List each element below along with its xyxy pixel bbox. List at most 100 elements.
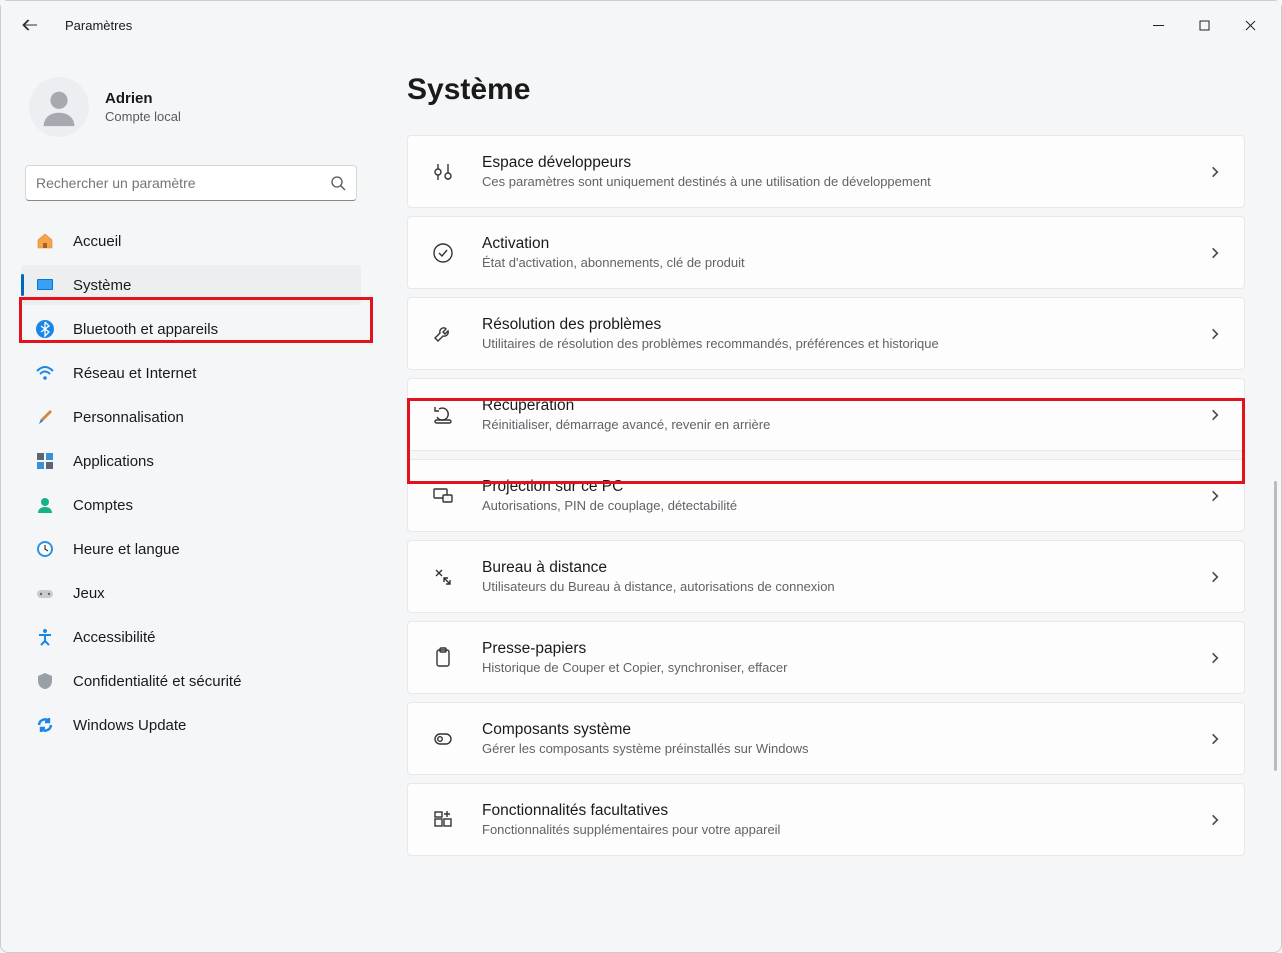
- account-icon: [35, 495, 55, 515]
- card-subtitle: Réinitialiser, démarrage avancé, revenir…: [482, 417, 1182, 432]
- nav-label: Applications: [73, 453, 154, 470]
- shield-icon: [35, 671, 55, 691]
- apps-icon: [35, 451, 55, 471]
- user-name: Adrien: [105, 90, 181, 107]
- search-icon: [330, 175, 346, 191]
- chevron-right-icon: [1208, 246, 1222, 260]
- search-input[interactable]: [36, 175, 330, 191]
- maximize-icon: [1199, 20, 1210, 31]
- close-button[interactable]: [1227, 9, 1273, 41]
- nav-item-heure[interactable]: Heure et langue: [21, 529, 361, 569]
- card-subtitle: Autorisations, PIN de couplage, détectab…: [482, 498, 1182, 513]
- wrench-icon: [430, 321, 456, 347]
- card-projection[interactable]: Projection sur ce PC Autorisations, PIN …: [407, 459, 1245, 532]
- chevron-right-icon: [1208, 813, 1222, 827]
- chevron-right-icon: [1208, 570, 1222, 584]
- maximize-button[interactable]: [1181, 9, 1227, 41]
- nav-label: Jeux: [73, 585, 105, 602]
- card-title: Résolution des problèmes: [482, 316, 1182, 334]
- developer-icon: [430, 159, 456, 185]
- nav-label: Système: [73, 277, 131, 294]
- chevron-right-icon: [1208, 165, 1222, 179]
- card-subtitle: Gérer les composants système préinstallé…: [482, 741, 1182, 756]
- nav-label: Accueil: [73, 233, 121, 250]
- scrollbar[interactable]: [1274, 481, 1277, 771]
- update-icon: [35, 715, 55, 735]
- page-title: Système: [407, 73, 1245, 107]
- card-title: Composants système: [482, 721, 1182, 739]
- card-bureau[interactable]: Bureau à distance Utilisateurs du Bureau…: [407, 540, 1245, 613]
- nav-label: Comptes: [73, 497, 133, 514]
- minimize-button[interactable]: [1135, 9, 1181, 41]
- close-icon: [1245, 20, 1256, 31]
- settings-card-list: Espace développeurs Ces paramètres sont …: [407, 135, 1245, 860]
- card-subtitle: État d'activation, abonnements, clé de p…: [482, 255, 1182, 270]
- chevron-right-icon: [1208, 651, 1222, 665]
- nav-item-applications[interactable]: Applications: [21, 441, 361, 481]
- card-title: Espace développeurs: [482, 154, 1182, 172]
- optional-features-icon: [430, 807, 456, 833]
- recovery-icon: [430, 402, 456, 428]
- home-icon: [35, 231, 55, 251]
- minimize-icon: [1153, 20, 1164, 31]
- window-controls: [1135, 9, 1273, 41]
- card-subtitle: Ces paramètres sont uniquement destinés …: [482, 174, 1182, 189]
- card-title: Récupération: [482, 397, 1182, 415]
- accessibility-icon: [35, 627, 55, 647]
- nav-label: Personnalisation: [73, 409, 184, 426]
- nav-label: Réseau et Internet: [73, 365, 196, 382]
- nav-label: Confidentialité et sécurité: [73, 673, 241, 690]
- system-icon: [35, 275, 55, 295]
- card-presse[interactable]: Presse-papiers Historique de Couper et C…: [407, 621, 1245, 694]
- nav-item-bluetooth[interactable]: Bluetooth et appareils: [21, 309, 361, 349]
- card-title: Projection sur ce PC: [482, 478, 1182, 496]
- chevron-right-icon: [1208, 327, 1222, 341]
- card-title: Presse-papiers: [482, 640, 1182, 658]
- nav-item-accueil[interactable]: Accueil: [21, 221, 361, 261]
- nav-item-update[interactable]: Windows Update: [21, 705, 361, 745]
- nav-list: Accueil Système Bluetooth et appareils R…: [21, 221, 361, 745]
- wifi-icon: [35, 363, 55, 383]
- chevron-right-icon: [1208, 732, 1222, 746]
- nav-item-comptes[interactable]: Comptes: [21, 485, 361, 525]
- card-title: Bureau à distance: [482, 559, 1182, 577]
- card-title: Fonctionnalités facultatives: [482, 802, 1182, 820]
- main-content: Système Espace développeurs Ces paramètr…: [371, 49, 1281, 952]
- card-recuperation[interactable]: Récupération Réinitialiser, démarrage av…: [407, 378, 1245, 451]
- card-resolution[interactable]: Résolution des problèmes Utilitaires de …: [407, 297, 1245, 370]
- chevron-right-icon: [1208, 408, 1222, 422]
- card-subtitle: Fonctionnalités supplémentaires pour vot…: [482, 822, 1182, 837]
- card-subtitle: Utilisateurs du Bureau à distance, autor…: [482, 579, 1182, 594]
- components-icon: [430, 726, 456, 752]
- nav-item-systeme[interactable]: Système: [21, 265, 361, 305]
- nav-item-accessibilite[interactable]: Accessibilité: [21, 617, 361, 657]
- card-developpeurs[interactable]: Espace développeurs Ces paramètres sont …: [407, 135, 1245, 208]
- nav-item-reseau[interactable]: Réseau et Internet: [21, 353, 361, 393]
- card-composants[interactable]: Composants système Gérer les composants …: [407, 702, 1245, 775]
- titlebar: Paramètres: [1, 1, 1281, 49]
- nav-label: Accessibilité: [73, 629, 156, 646]
- remote-desktop-icon: [430, 564, 456, 590]
- card-title: Activation: [482, 235, 1182, 253]
- back-button[interactable]: [9, 5, 49, 45]
- nav-label: Windows Update: [73, 717, 186, 734]
- card-subtitle: Utilitaires de résolution des problèmes …: [482, 336, 1182, 351]
- bluetooth-icon: [35, 319, 55, 339]
- projection-icon: [430, 483, 456, 509]
- clipboard-icon: [430, 645, 456, 671]
- card-activation[interactable]: Activation État d'activation, abonnement…: [407, 216, 1245, 289]
- clock-icon: [35, 539, 55, 559]
- brush-icon: [35, 407, 55, 427]
- chevron-right-icon: [1208, 489, 1222, 503]
- card-fonctionnalites[interactable]: Fonctionnalités facultatives Fonctionnal…: [407, 783, 1245, 856]
- search-box[interactable]: [25, 165, 357, 201]
- nav-item-confidentialite[interactable]: Confidentialité et sécurité: [21, 661, 361, 701]
- user-subtitle: Compte local: [105, 109, 181, 124]
- nav-label: Bluetooth et appareils: [73, 321, 218, 338]
- card-subtitle: Historique de Couper et Copier, synchron…: [482, 660, 1182, 675]
- nav-item-personnalisation[interactable]: Personnalisation: [21, 397, 361, 437]
- window-title: Paramètres: [65, 18, 132, 33]
- nav-item-jeux[interactable]: Jeux: [21, 573, 361, 613]
- avatar: [29, 77, 89, 137]
- user-block[interactable]: Adrien Compte local: [21, 69, 361, 157]
